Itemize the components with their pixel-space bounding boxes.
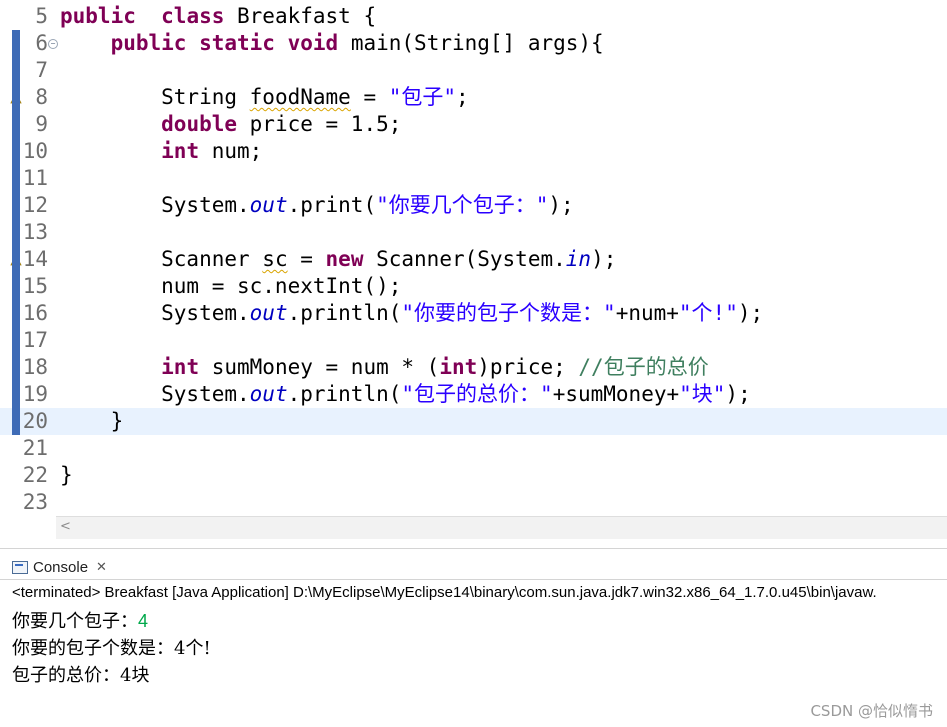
code-line[interactable]: 9 double price = 1.5;: [0, 111, 947, 138]
code-line[interactable]: 10 int num;: [0, 138, 947, 165]
watermark: CSDN @恰似惰书: [810, 702, 933, 720]
code-text: int sumMoney = num * (int)price; //包子的总价: [161, 355, 709, 379]
change-marker: [12, 84, 20, 111]
code-line[interactable]: 21: [0, 435, 947, 462]
code-text: System.out.println("你要的包子个数是："+num+"个!")…: [60, 301, 764, 325]
code-line[interactable]: 19 System.out.println("包子的总价："+sumMoney+…: [0, 381, 947, 408]
code-line[interactable]: 23: [0, 489, 947, 516]
code-line[interactable]: 16 System.out.println("你要的包子个数是："+num+"个…: [0, 300, 947, 327]
line-number: 22: [22, 463, 48, 487]
code-line[interactable]: 14 Scanner sc = new Scanner(System.in);: [0, 246, 947, 273]
code-text: String foodName = "包子";: [60, 85, 469, 109]
close-icon[interactable]: ✕: [96, 559, 107, 575]
user-input-value: 4: [138, 611, 149, 631]
code-text: System.out.print("你要几个包子：");: [60, 193, 574, 217]
code-line[interactable]: 5 public class Breakfast {: [0, 3, 947, 30]
change-marker: [12, 246, 20, 273]
change-marker: [12, 354, 20, 381]
code-line[interactable]: 17: [0, 327, 947, 354]
change-marker: [12, 327, 20, 354]
tab-console[interactable]: Console ✕: [6, 555, 113, 579]
change-marker: [12, 273, 20, 300]
console-tab-label: Console: [33, 558, 89, 576]
code-text: public static void main(String[] args){: [110, 31, 604, 55]
code-line[interactable]: 15 num = sc.nextInt();: [0, 273, 947, 300]
code-text: Scanner sc = new Scanner(System.in);: [60, 247, 617, 271]
line-number: 21: [22, 436, 48, 460]
change-marker: [12, 111, 20, 138]
console-output-line: 包子的总价：4块: [12, 665, 150, 686]
console-output-line: 你要的包子个数是：4个!: [12, 638, 211, 659]
change-marker: [12, 219, 20, 246]
code-text: }: [60, 409, 124, 433]
change-marker: [12, 57, 20, 84]
change-marker: [12, 30, 20, 57]
change-marker: [12, 300, 20, 327]
code-line[interactable]: 20 }: [0, 408, 947, 435]
console-view: Console ✕ <terminated> Breakfast [Java A…: [0, 548, 947, 727]
code-line[interactable]: 18 int sumMoney = num * (int)price; //包子…: [0, 354, 947, 381]
change-marker: [12, 408, 20, 435]
console-output-line: 你要几个包子：4: [12, 611, 149, 632]
change-marker: [12, 192, 20, 219]
fold-toggle-icon[interactable]: −: [48, 39, 58, 49]
tab-divider: [0, 579, 947, 580]
code-text: }: [60, 463, 73, 487]
change-marker: [12, 381, 20, 408]
change-marker: [12, 165, 20, 192]
code-line[interactable]: 22}: [0, 462, 947, 489]
code-line[interactable]: 11: [0, 165, 947, 192]
terminated-status: <terminated> Breakfast [Java Application…: [12, 584, 877, 601]
code-editor[interactable]: 5 public class Breakfast {6− public stati…: [0, 0, 947, 540]
code-line[interactable]: 6− public static void main(String[] args…: [0, 30, 947, 57]
horizontal-scrollbar[interactable]: <: [56, 516, 947, 539]
scroll-left-icon[interactable]: <: [60, 519, 71, 534]
console-icon: [12, 560, 28, 574]
line-number: 5: [35, 4, 48, 28]
code-text: public class Breakfast {: [60, 4, 377, 28]
code-line[interactable]: 12 System.out.print("你要几个包子：");: [0, 192, 947, 219]
code-line[interactable]: 13: [0, 219, 947, 246]
code-text: num = sc.nextInt();: [60, 274, 402, 298]
code-line[interactable]: 7: [0, 57, 947, 84]
code-text: int num;: [161, 139, 263, 163]
change-marker: [12, 138, 20, 165]
code-text: System.out.println("包子的总价："+sumMoney+"块"…: [60, 382, 751, 406]
line-number: 23: [22, 490, 48, 514]
code-text: double price = 1.5;: [161, 112, 402, 136]
code-line[interactable]: 8 String foodName = "包子";: [0, 84, 947, 111]
